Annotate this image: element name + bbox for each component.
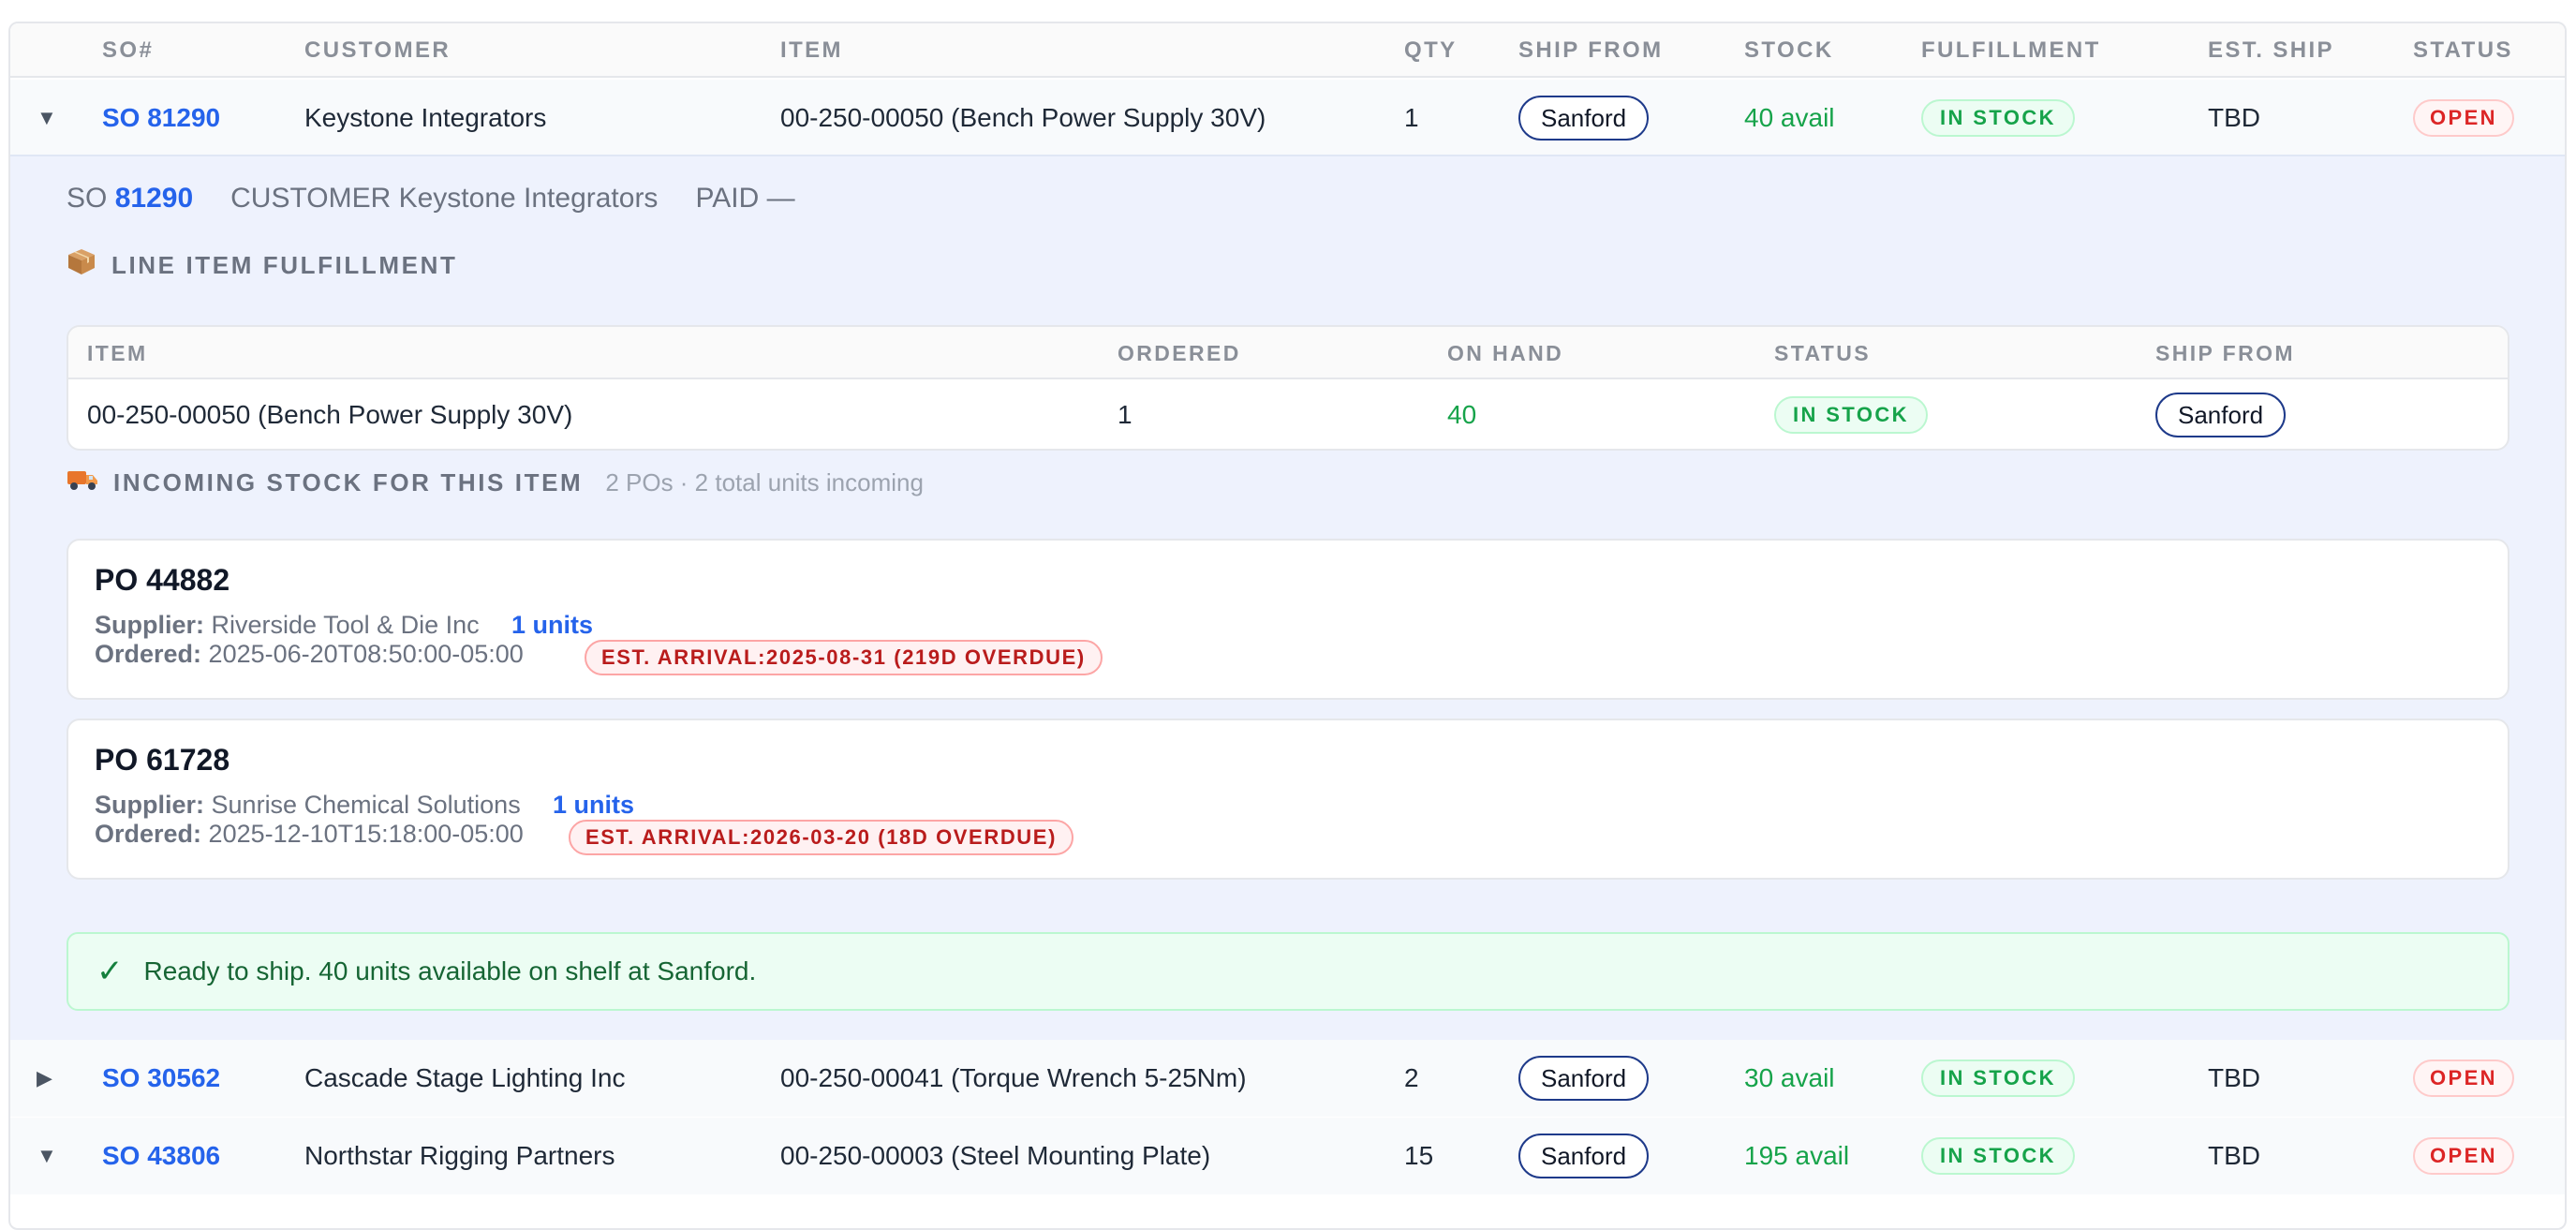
qty-value: 15 bbox=[1404, 1141, 1434, 1170]
li-on-hand: 40 bbox=[1447, 400, 1477, 429]
so-link[interactable]: SO 43806 bbox=[102, 1141, 220, 1171]
li-header-item: ITEM bbox=[87, 341, 148, 365]
line-item-section-header: LINE ITEM FULFILLMENT bbox=[67, 247, 457, 283]
supplier-label: Supplier: bbox=[95, 791, 205, 819]
summary-so-number[interactable]: 81290 bbox=[115, 183, 193, 215]
column-header-customer[interactable]: CUSTOMER bbox=[304, 37, 451, 64]
table-row[interactable]: ▶ SO 30562 Cascade Stage Lighting Inc 00… bbox=[10, 1040, 2565, 1117]
fulfillment-badge: IN STOCK bbox=[1921, 1137, 2075, 1175]
fulfillment-badge: IN STOCK bbox=[1921, 99, 2075, 137]
package-icon bbox=[67, 247, 96, 283]
ready-message: Ready to ship. 40 units available on she… bbox=[143, 956, 757, 985]
truck-icon bbox=[67, 466, 98, 499]
po-ordered-line: Ordered: 2025-12-10T15:18:00-05:00 bbox=[95, 820, 524, 849]
qty-value: 1 bbox=[1404, 103, 1419, 132]
ordered-date: 2025-12-10T15:18:00-05:00 bbox=[208, 820, 524, 848]
fulfillment-badge: IN STOCK bbox=[1921, 1060, 2075, 1097]
sales-orders-table: SO# CUSTOMER ITEM QTY SHIP FROM STOCK FU… bbox=[8, 22, 2567, 1230]
column-header-stock[interactable]: STOCK bbox=[1744, 37, 1834, 64]
est-arrival-badge: EST. ARRIVAL: 2025-08-31 (219D OVERDUE) bbox=[585, 640, 1103, 675]
li-header-status: STATUS bbox=[1774, 341, 1871, 365]
qty-value: 2 bbox=[1404, 1063, 1419, 1092]
collapse-chevron-icon[interactable]: ▼ bbox=[37, 1118, 57, 1194]
li-header-on-hand: ON HAND bbox=[1447, 341, 1564, 365]
po-supplier-line: Supplier: Sunrise Chemical Solutions bbox=[95, 791, 521, 820]
stock-available: 195 avail bbox=[1744, 1141, 1850, 1170]
est-ship-value: TBD bbox=[2208, 1063, 2260, 1092]
li-ordered: 1 bbox=[1118, 400, 1133, 429]
column-header-fulfillment[interactable]: FULFILLMENT bbox=[1921, 37, 2101, 64]
customer-name: Keystone Integrators bbox=[304, 103, 547, 132]
ship-from-pill[interactable]: Sanford bbox=[1518, 1056, 1650, 1101]
table-header: SO# CUSTOMER ITEM QTY SHIP FROM STOCK FU… bbox=[10, 23, 2565, 78]
item-name: 00-250-00041 (Torque Wrench 5-25Nm) bbox=[780, 1063, 1247, 1092]
est-arrival-label: EST. ARRIVAL: bbox=[601, 645, 767, 669]
item-name: 00-250-00003 (Steel Mounting Plate) bbox=[780, 1141, 1211, 1170]
customer-name: Northstar Rigging Partners bbox=[304, 1141, 615, 1170]
ship-from-pill[interactable]: Sanford bbox=[1518, 96, 1650, 141]
column-header-status[interactable]: STATUS bbox=[2413, 37, 2513, 64]
collapse-chevron-icon[interactable]: ▼ bbox=[37, 80, 57, 156]
item-name: 00-250-00050 (Bench Power Supply 30V) bbox=[780, 103, 1266, 132]
summary-paid-value: — bbox=[766, 183, 795, 214]
incoming-summary: 2 POs · 2 total units incoming bbox=[605, 467, 924, 496]
line-item-table: ITEM ORDERED ON HAND STATUS SHIP FROM 00… bbox=[67, 325, 2509, 451]
li-item: 00-250-00050 (Bench Power Supply 30V) bbox=[87, 400, 573, 429]
checkmark-icon: ✓ bbox=[96, 954, 124, 989]
summary-customer: Keystone Integrators bbox=[398, 183, 659, 214]
so-link[interactable]: SO 30562 bbox=[102, 1063, 220, 1093]
ordered-label: Ordered: bbox=[95, 640, 202, 668]
status-badge: OPEN bbox=[2413, 1137, 2514, 1175]
po-supplier-line: Supplier: Riverside Tool & Die Inc bbox=[95, 611, 480, 640]
table-row[interactable]: ▼ SO 43806 Northstar Rigging Partners 00… bbox=[10, 1118, 2565, 1194]
summary-so-label: SO bbox=[67, 183, 108, 214]
line-item-section-title: LINE ITEM FULFILLMENT bbox=[111, 250, 458, 279]
order-detail-panel: SO 81290 CUSTOMER Keystone Integrators P… bbox=[10, 155, 2565, 1040]
column-header-est-ship[interactable]: EST. SHIP bbox=[2208, 37, 2334, 64]
li-header-ordered: ORDERED bbox=[1118, 341, 1241, 365]
summary-customer-label: CUSTOMER bbox=[230, 183, 392, 214]
po-number[interactable]: PO 44882 bbox=[95, 563, 229, 598]
li-ship-from-pill[interactable]: Sanford bbox=[2155, 393, 2287, 437]
po-units: 1 units bbox=[553, 791, 635, 819]
ready-to-ship-banner: ✓ Ready to ship. 40 units available on s… bbox=[67, 932, 2509, 1011]
status-badge: OPEN bbox=[2413, 1060, 2514, 1097]
customer-name: Cascade Stage Lighting Inc bbox=[304, 1063, 626, 1092]
est-arrival-badge: EST. ARRIVAL: 2026-03-20 (18D OVERDUE) bbox=[569, 820, 1073, 855]
po-card[interactable]: PO 61728 Supplier: Sunrise Chemical Solu… bbox=[67, 719, 2509, 880]
incoming-section-header: INCOMING STOCK FOR THIS ITEM 2 POs · 2 t… bbox=[67, 466, 924, 499]
summary-paid-label: PAID bbox=[695, 183, 760, 214]
status-badge: OPEN bbox=[2413, 99, 2514, 137]
line-item-header: ITEM ORDERED ON HAND STATUS SHIP FROM bbox=[68, 327, 2508, 379]
est-arrival-value: 2025-08-31 (219D OVERDUE) bbox=[766, 645, 1086, 669]
column-header-qty[interactable]: QTY bbox=[1404, 37, 1458, 64]
est-arrival-value: 2026-03-20 (18D OVERDUE) bbox=[750, 825, 1057, 849]
so-link[interactable]: SO 81290 bbox=[102, 103, 220, 133]
po-units: 1 units bbox=[511, 611, 594, 639]
po-card[interactable]: PO 44882 Supplier: Riverside Tool & Die … bbox=[67, 539, 2509, 700]
est-ship-value: TBD bbox=[2208, 103, 2260, 132]
po-number[interactable]: PO 61728 bbox=[95, 743, 229, 778]
expand-chevron-icon[interactable]: ▶ bbox=[37, 1040, 52, 1117]
est-ship-value: TBD bbox=[2208, 1141, 2260, 1170]
li-status-badge: IN STOCK bbox=[1774, 396, 1928, 434]
ordered-label: Ordered: bbox=[95, 820, 202, 848]
stock-available: 30 avail bbox=[1744, 1063, 1835, 1092]
ship-from-pill[interactable]: Sanford bbox=[1518, 1134, 1650, 1178]
po-ordered-line: Ordered: 2025-06-20T08:50:00-05:00 bbox=[95, 640, 524, 669]
column-header-ship-from[interactable]: SHIP FROM bbox=[1518, 37, 1664, 64]
incoming-section-title: INCOMING STOCK FOR THIS ITEM bbox=[113, 467, 584, 496]
stock-available: 40 avail bbox=[1744, 103, 1835, 132]
supplier-label: Supplier: bbox=[95, 611, 205, 639]
supplier-name: Sunrise Chemical Solutions bbox=[211, 791, 521, 819]
li-header-ship-from: SHIP FROM bbox=[2155, 341, 2295, 365]
column-header-so[interactable]: SO# bbox=[102, 37, 154, 64]
column-header-item[interactable]: ITEM bbox=[780, 37, 843, 64]
supplier-name: Riverside Tool & Die Inc bbox=[211, 611, 480, 639]
ordered-date: 2025-06-20T08:50:00-05:00 bbox=[208, 640, 524, 668]
table-row[interactable]: ▼ SO 81290 Keystone Integrators 00-250-0… bbox=[10, 80, 2565, 156]
order-summary: SO 81290 CUSTOMER Keystone Integrators P… bbox=[67, 183, 795, 215]
est-arrival-label: EST. ARRIVAL: bbox=[585, 825, 751, 849]
